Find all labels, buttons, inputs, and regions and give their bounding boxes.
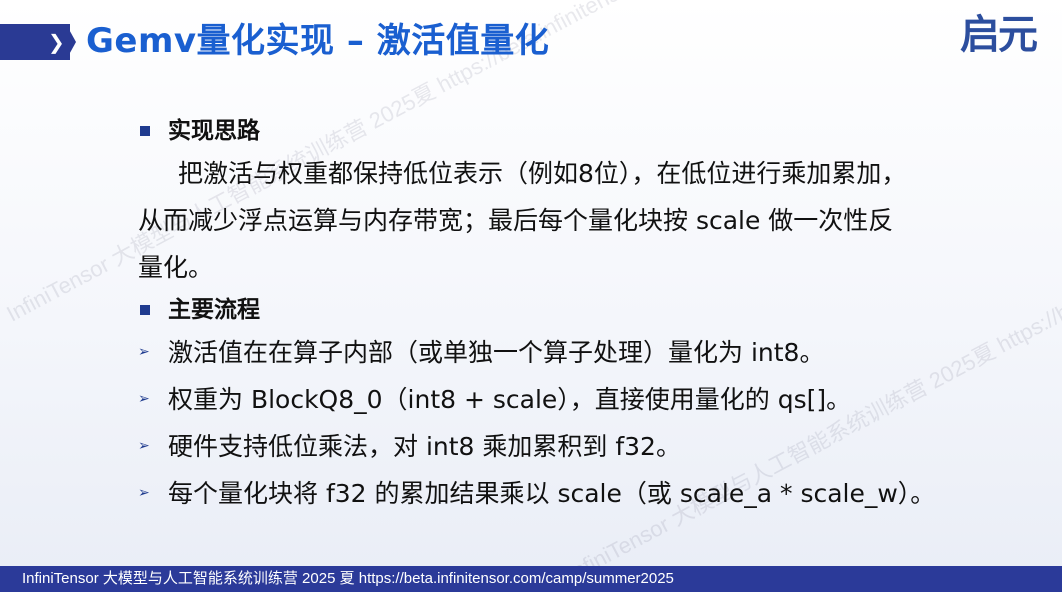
arrow-bullet-icon: ➢	[138, 344, 150, 360]
list-item: ➢ 硬件支持低位乘法，对 int8 乘加累积到 f32。	[138, 423, 1018, 470]
paragraph-line: 从而减少浮点运算与内存带宽；最后每个量化块按 scale 做一次性反	[138, 206, 894, 235]
title-bar: ❯ Gemv量化实现 – 激活值量化	[0, 18, 940, 66]
arrow-bullet-icon: ➢	[138, 485, 150, 501]
arrow-bullet-icon: ➢	[138, 438, 150, 454]
section-title-text: 主要流程	[168, 297, 260, 323]
footer-bar: InfiniTensor 大模型与人工智能系统训练营 2025 夏 https:…	[0, 566, 1062, 592]
slide-content: 实现思路 把激活与权重都保持低位表示（例如8位），在低位进行乘加累加， 从而减少…	[138, 112, 1018, 517]
list-item: ➢ 权重为 BlockQ8_0（int8 + scale），直接使用量化的 qs…	[138, 376, 1018, 423]
section-title: 实现思路	[138, 112, 1018, 150]
slide: InfiniTensor 大模型与人工智能系统训练营 2025夏 https:/…	[0, 0, 1062, 592]
paragraph-line: 量化。	[138, 253, 214, 282]
list-item-text: 激活值在在算子内部（或单独一个算子处理）量化为 int8。	[168, 338, 825, 367]
list-item: ➢ 激活值在在算子内部（或单独一个算子处理）量化为 int8。	[138, 329, 1018, 376]
list-item-text: 每个量化块将 f32 的累加结果乘以 scale（或 scale_a * sca…	[168, 479, 936, 508]
arrow-bullet-icon: ➢	[138, 391, 150, 407]
list-item-text: 权重为 BlockQ8_0（int8 + scale），直接使用量化的 qs[]…	[168, 385, 852, 414]
list-item-text: 硬件支持低位乘法，对 int8 乘加累积到 f32。	[168, 432, 681, 461]
square-bullet-icon	[140, 126, 150, 136]
title-accent-arrow	[66, 24, 76, 60]
square-bullet-icon	[140, 305, 150, 315]
logo: 启元	[960, 12, 1038, 58]
list-item: ➢ 每个量化块将 f32 的累加结果乘以 scale（或 scale_a * s…	[138, 470, 1018, 517]
page-title: Gemv量化实现 – 激活值量化	[86, 21, 550, 61]
section-title-text: 实现思路	[168, 118, 260, 144]
chevron-right-icon: ❯	[48, 30, 65, 54]
paragraph-line: 把激活与权重都保持低位表示（例如8位），在低位进行乘加累加，	[178, 159, 907, 188]
section-title: 主要流程	[138, 291, 1018, 329]
footer-text: InfiniTensor 大模型与人工智能系统训练营 2025 夏 https:…	[22, 570, 674, 587]
